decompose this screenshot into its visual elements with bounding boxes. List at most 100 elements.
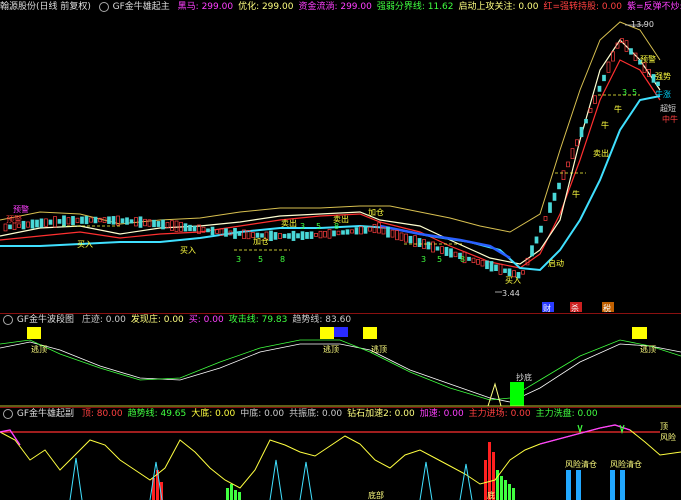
bull-label-2: 牛 (601, 120, 609, 130)
candle (336, 230, 341, 236)
candle (17, 223, 21, 228)
candle (53, 216, 57, 228)
sub1-item-0: 庄迹: 0.00 (81, 315, 126, 325)
candle (426, 241, 431, 250)
strong-label: 强势 (655, 71, 671, 81)
candle (129, 219, 134, 224)
candle (8, 224, 12, 230)
count-3: 3 (236, 255, 241, 264)
candle (57, 219, 62, 224)
upper-band-line (0, 21, 661, 233)
candle (206, 228, 210, 233)
risk-clear-1: 风险清仓 (565, 459, 597, 469)
top-label: 顶 (660, 422, 668, 431)
sub1-item-2: 买: 0.00 (188, 315, 224, 325)
candle (323, 231, 327, 238)
bottom-label-1: 底部 (368, 490, 384, 500)
candle (143, 218, 147, 227)
candle (485, 260, 489, 270)
candle (494, 264, 498, 272)
candle (80, 216, 84, 224)
candle (386, 226, 390, 238)
candle (440, 246, 444, 254)
gear-icon[interactable] (3, 408, 13, 419)
main-candlestick-chart[interactable]: 13.90 3.44 预警 预警 买入 买入 加仓 加仓 卖出 卖出 卖出 预警… (0, 14, 681, 314)
candle (629, 48, 633, 55)
candle (476, 259, 480, 265)
main-item-5: 红=强转持股: 0.00 (543, 2, 622, 12)
candle (561, 170, 566, 180)
gear-icon[interactable] (3, 314, 13, 325)
sub2-item-5: 钻石加速2: 0.00 (347, 409, 415, 419)
candle (453, 251, 458, 258)
count-5b: 5 (437, 255, 442, 264)
rise-chart[interactable]: 顶 风险 风险清仓 风险清仓 底部 底 (0, 421, 681, 500)
candle (300, 231, 305, 240)
escape-label-4: 逃顶 (640, 344, 656, 354)
main-panel-header: 翰源股份(日线 前复权) GF金牛雄起主 黑马: 299.00 优化: 299.0… (0, 0, 681, 14)
indicator-name[interactable]: GF金牛雄起主 (113, 2, 170, 12)
add-position-label: 加仓 (253, 236, 269, 246)
candle (3, 223, 8, 232)
white-trend-line (0, 39, 661, 265)
candle (26, 221, 30, 228)
bull-label-3: 牛 (614, 104, 622, 114)
escape-label-1: 逃顶 (31, 344, 47, 354)
candle (597, 85, 602, 92)
candle (44, 218, 48, 227)
candle (111, 216, 116, 225)
candle (183, 223, 188, 232)
top-warning-label: 预警 (640, 54, 656, 64)
candle (575, 139, 579, 147)
count-3b: 3 (421, 255, 426, 264)
sell-label-3: 卖出 (593, 148, 609, 158)
candle (413, 235, 417, 247)
candle (318, 230, 323, 239)
candle (35, 219, 39, 228)
candle (134, 217, 138, 227)
badge-3: 税 (603, 303, 611, 313)
ultra-short-label: 超短 (660, 103, 676, 113)
gear-icon[interactable] (98, 1, 109, 12)
indicator-bands (0, 21, 661, 272)
sub1-item-3: 攻击线: 79.83 (228, 315, 288, 325)
candle (156, 221, 161, 227)
add-position-label-2: 加仓 (368, 207, 384, 217)
candle (161, 219, 165, 230)
candle (237, 231, 242, 236)
candle (165, 222, 170, 229)
sub1-indicator-name[interactable]: GF金牛波段图 (17, 315, 74, 325)
count-5c: 5 (316, 222, 321, 231)
trend-line (0, 341, 681, 403)
candle (170, 220, 174, 231)
cyan-support-line (0, 95, 661, 272)
escape-label-2: 逃顶 (323, 344, 339, 354)
candle (224, 228, 228, 237)
candle (656, 81, 660, 86)
candle (152, 219, 156, 228)
candle (75, 217, 80, 223)
wave-chart[interactable]: 逃顶 逃顶 逃顶 逃顶 抄底 (0, 327, 681, 407)
candle (93, 216, 98, 224)
candle (521, 270, 525, 275)
candle (341, 230, 345, 235)
candle (359, 226, 363, 235)
candle (192, 225, 197, 232)
price-high-label: 13.90 (631, 20, 654, 29)
candle (363, 225, 368, 234)
count-5d: 5 (632, 88, 637, 97)
candle (210, 226, 215, 236)
sub2-item-6: 加速: 0.00 (419, 409, 464, 419)
candle (125, 217, 129, 225)
histogram-bar (234, 490, 237, 500)
histogram-bar (512, 488, 515, 500)
candle (489, 261, 494, 272)
sub2-item-7: 主力进场: 0.00 (468, 409, 531, 419)
candle (539, 225, 543, 233)
sub2-indicator-name[interactable]: GF金牛雄起副 (17, 409, 74, 419)
candle (570, 148, 575, 159)
histogram-bar (238, 492, 241, 500)
count-3c: 3 (300, 222, 305, 231)
main-item-3: 强弱分界线: 11.62 (376, 2, 454, 12)
sub2-item-3: 中底: 0.00 (240, 409, 285, 419)
